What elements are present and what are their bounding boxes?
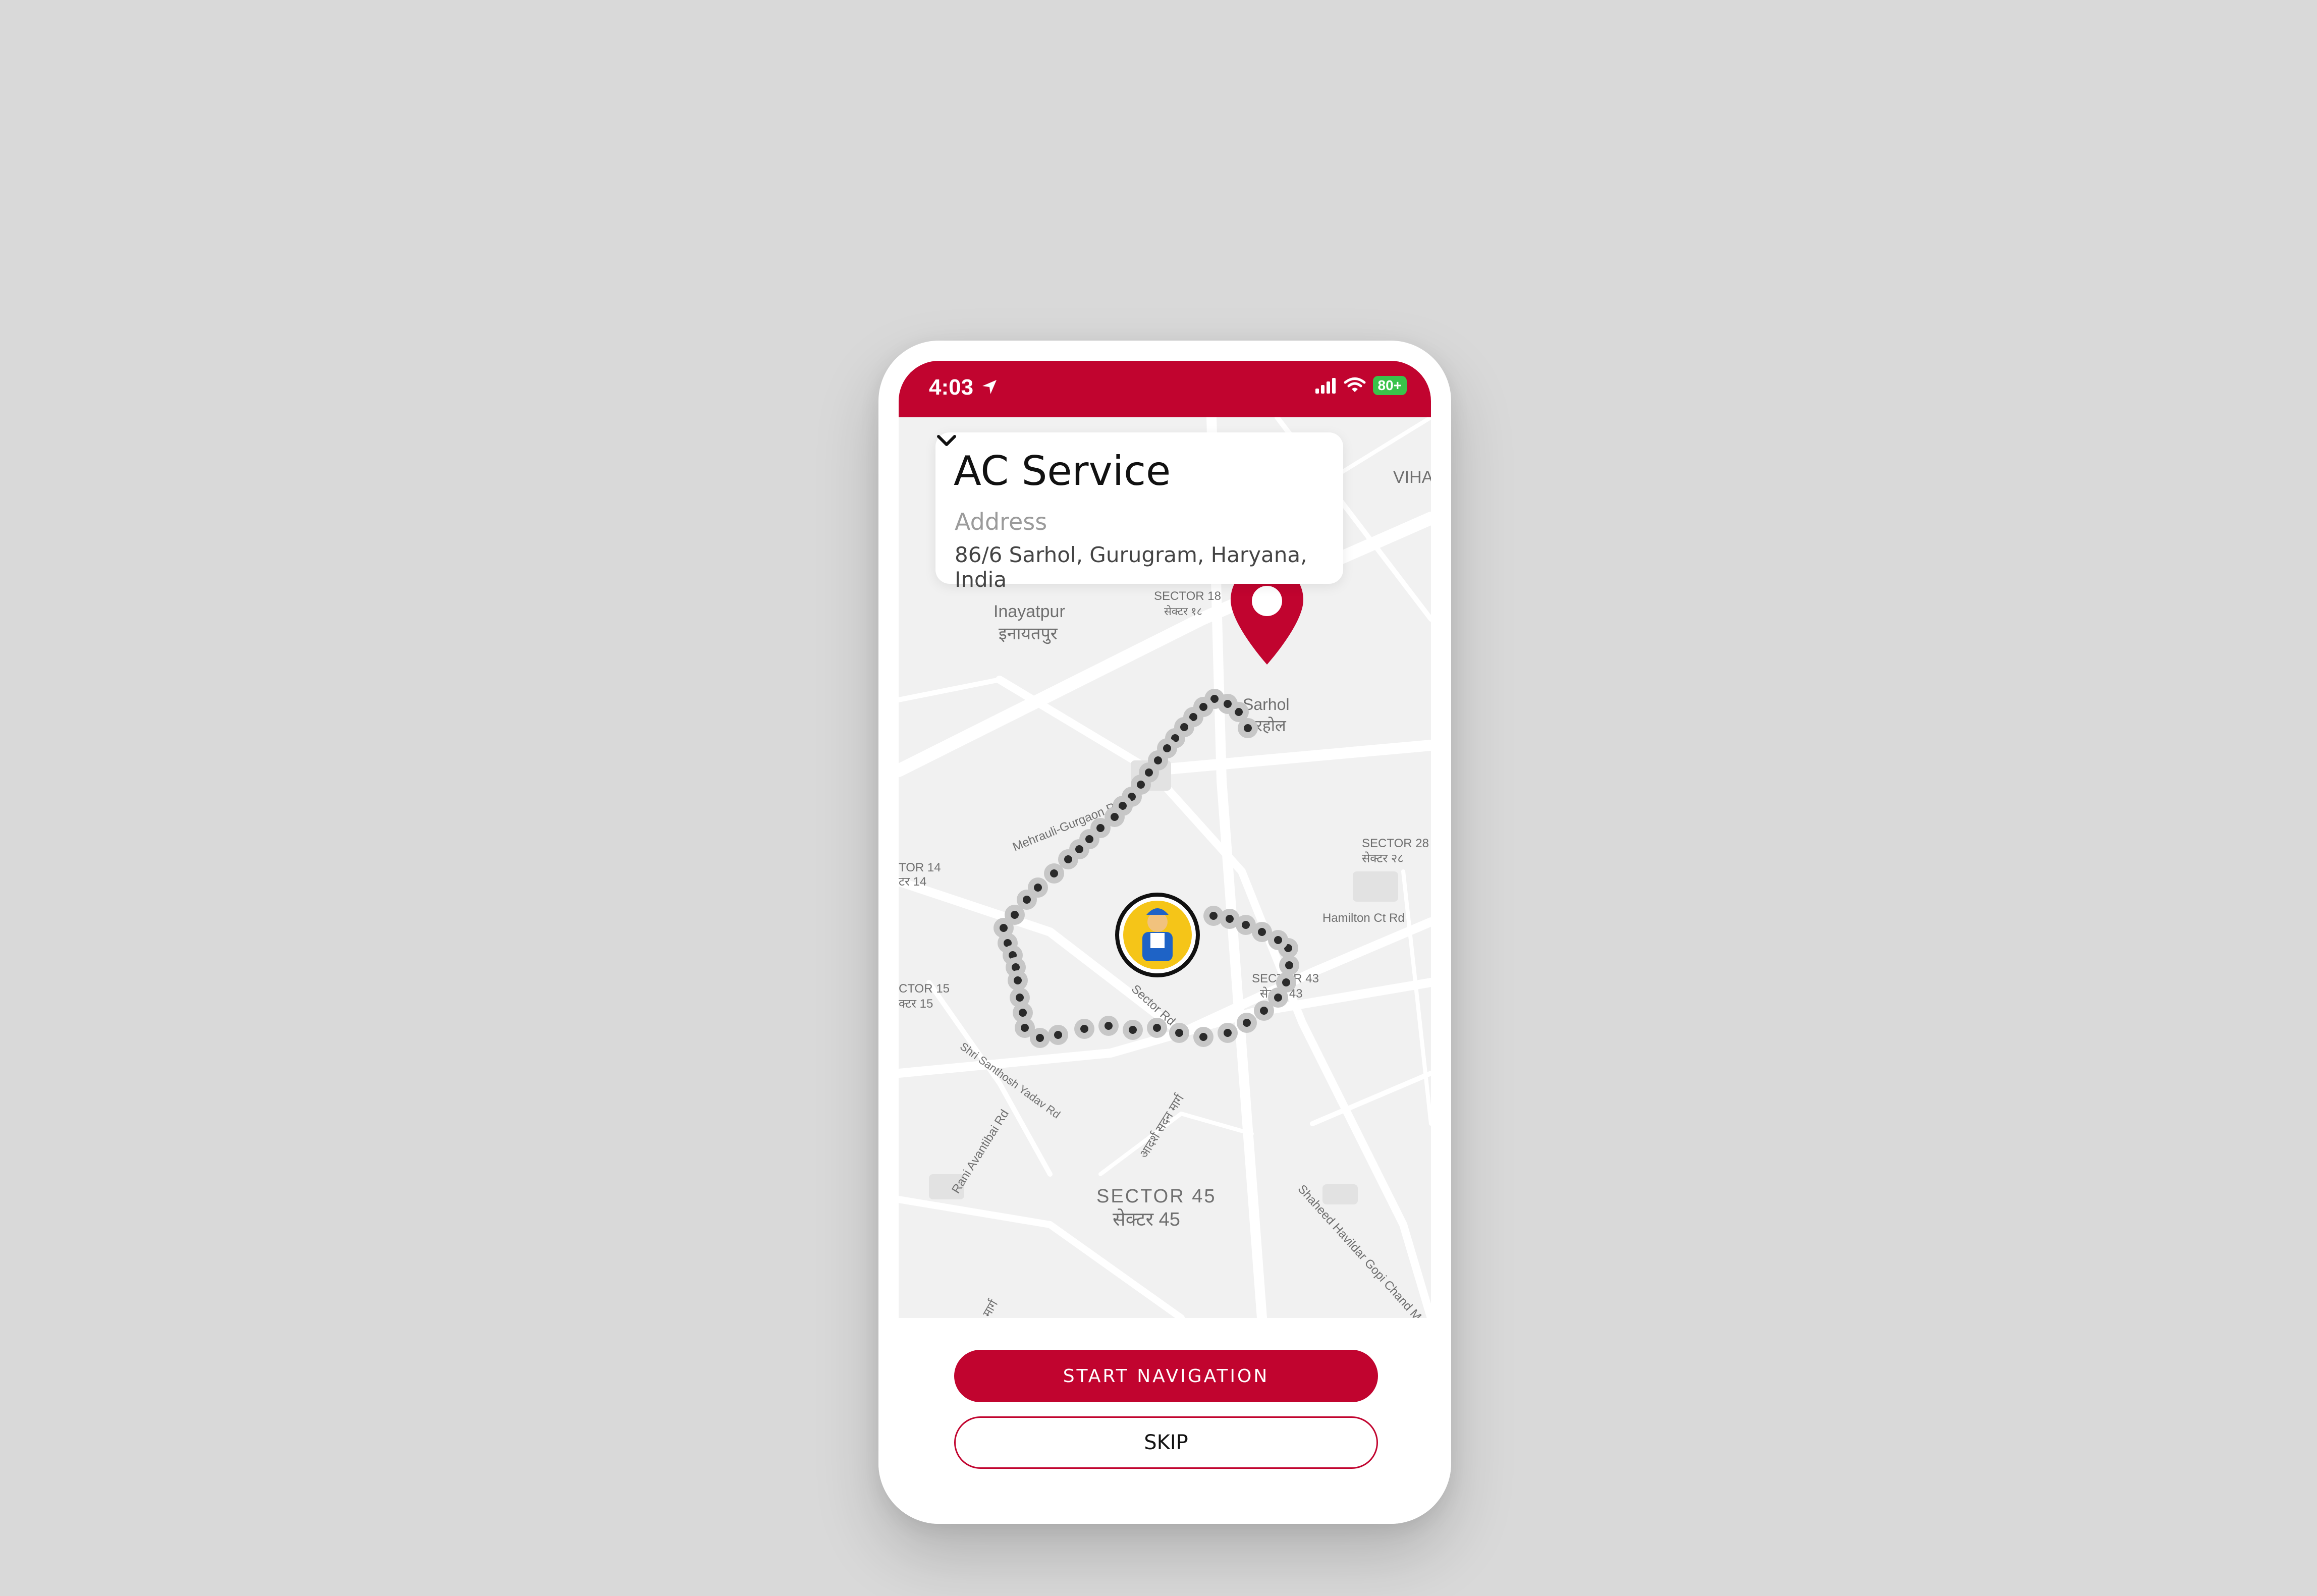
route-dot-center <box>1153 1024 1161 1032</box>
route-dot-center <box>1224 700 1232 708</box>
route-dot-center <box>1085 835 1093 843</box>
route-dot-center <box>1129 1026 1137 1034</box>
route-dot-center <box>1258 928 1266 936</box>
map-label: TOR 14 <box>899 861 941 874</box>
route-dot-center <box>1096 824 1105 832</box>
map-label: VIHA <box>1393 468 1431 487</box>
location-arrow-icon <box>982 380 997 394</box>
route-dot-center <box>1080 1025 1088 1033</box>
skip-button[interactable]: SKIP <box>954 1416 1378 1469</box>
route-dot-center <box>1243 1019 1251 1027</box>
map-view[interactable]: Inayatpur इनायतपुर SECTOR 18 सेक्टर १८ S… <box>899 417 1431 1318</box>
service-title: AC Service <box>954 448 1171 494</box>
route-dot-center <box>1036 1034 1044 1042</box>
job-info-card[interactable]: AC Service Address 86/6 Sarhol, Gurugram… <box>935 432 1343 592</box>
map-label: CTOR 15 <box>899 982 950 996</box>
map-label: SECTOR 28 <box>1362 837 1429 850</box>
map-label: Rani Avantibai Rd <box>949 1107 1012 1196</box>
status-time: 4:03 <box>929 375 974 400</box>
route-dot-center <box>1019 1009 1027 1017</box>
route-dot-center <box>1064 855 1072 863</box>
address-value: 86/6 Sarhol, Gurugram, Haryana, India <box>955 542 1307 592</box>
route-dot-center <box>1034 884 1042 892</box>
route-dot-center <box>1175 1029 1183 1037</box>
status-bar: 4:03 80+ <box>899 361 1431 417</box>
route-dot-center <box>1242 921 1250 929</box>
route-dot-center <box>1137 781 1145 789</box>
route-dot-center <box>1050 869 1058 877</box>
map-label: आदर्श सदन मार्ग <box>1136 1091 1187 1161</box>
map-label: सेक्टर २८ <box>1362 851 1404 865</box>
map-label: Sarhol <box>1243 695 1290 713</box>
route-dot-center <box>1163 744 1171 752</box>
route-dot-center <box>1023 896 1031 904</box>
route-dot-center <box>1244 724 1252 732</box>
route-dot-center <box>1021 1024 1029 1032</box>
map-road <box>1145 740 1431 776</box>
map-label: मार्ग <box>980 1297 1001 1318</box>
map-label: टर 14 <box>899 875 926 889</box>
map-label: सेक्टर १८ <box>1164 605 1202 618</box>
route-dot-center <box>1054 1031 1062 1039</box>
route-dot-center <box>1011 911 1019 919</box>
route-dot-center <box>1274 994 1282 1002</box>
cellular-signal-icon <box>1315 378 1336 394</box>
map-road <box>899 677 1002 702</box>
route-dot-center <box>1274 936 1282 944</box>
route-dot-center <box>1075 845 1083 853</box>
route-dot-center <box>1199 1033 1207 1041</box>
route-dot-center <box>1285 961 1293 969</box>
route-dot-center <box>1014 976 1022 984</box>
phone-frame: Inayatpur इनायतपुर SECTOR 18 सेक्टर १८ S… <box>878 341 1451 1524</box>
route-dot-center <box>1016 994 1024 1002</box>
route-dot-center <box>1180 723 1188 731</box>
map-label: SECTOR 45 <box>1096 1186 1216 1207</box>
map-label: Shri Santhosh Yadav Rd <box>958 1040 1063 1121</box>
route-dot-center <box>1226 915 1234 923</box>
address-label: Address <box>955 508 1047 535</box>
route-dot-center <box>1111 813 1119 821</box>
route-dot-center <box>1154 756 1162 764</box>
map-label: क्टर 15 <box>899 997 933 1011</box>
start-navigation-button[interactable]: START NAVIGATION <box>954 1350 1378 1402</box>
route-dot-center <box>1105 1022 1113 1030</box>
route-dot-center <box>1224 1029 1232 1037</box>
map-building <box>1322 1184 1358 1204</box>
map-road <box>996 676 1431 1318</box>
route-dot-center <box>1000 924 1008 932</box>
route-dot-center <box>1012 963 1020 971</box>
map-label: सेक्टर 45 <box>1113 1208 1180 1230</box>
route-dot-center <box>1145 768 1153 777</box>
map-road <box>1098 1111 1254 1176</box>
route-dot-center <box>1199 703 1207 711</box>
map-building <box>1353 871 1398 902</box>
route-dot-center <box>1282 978 1290 986</box>
technician-avatar-icon[interactable] <box>1115 893 1200 977</box>
route-dot-center <box>1260 1007 1268 1015</box>
map-label: Inayatpur <box>994 602 1065 621</box>
map-label: इनायतपुर <box>999 624 1058 644</box>
route-dot-center <box>1209 912 1218 920</box>
battery-icon: 80+ <box>1372 376 1407 395</box>
wifi-icon <box>1344 377 1365 392</box>
chevron-down-icon[interactable] <box>935 432 958 450</box>
map-label: Hamilton Ct Rd <box>1322 911 1405 925</box>
